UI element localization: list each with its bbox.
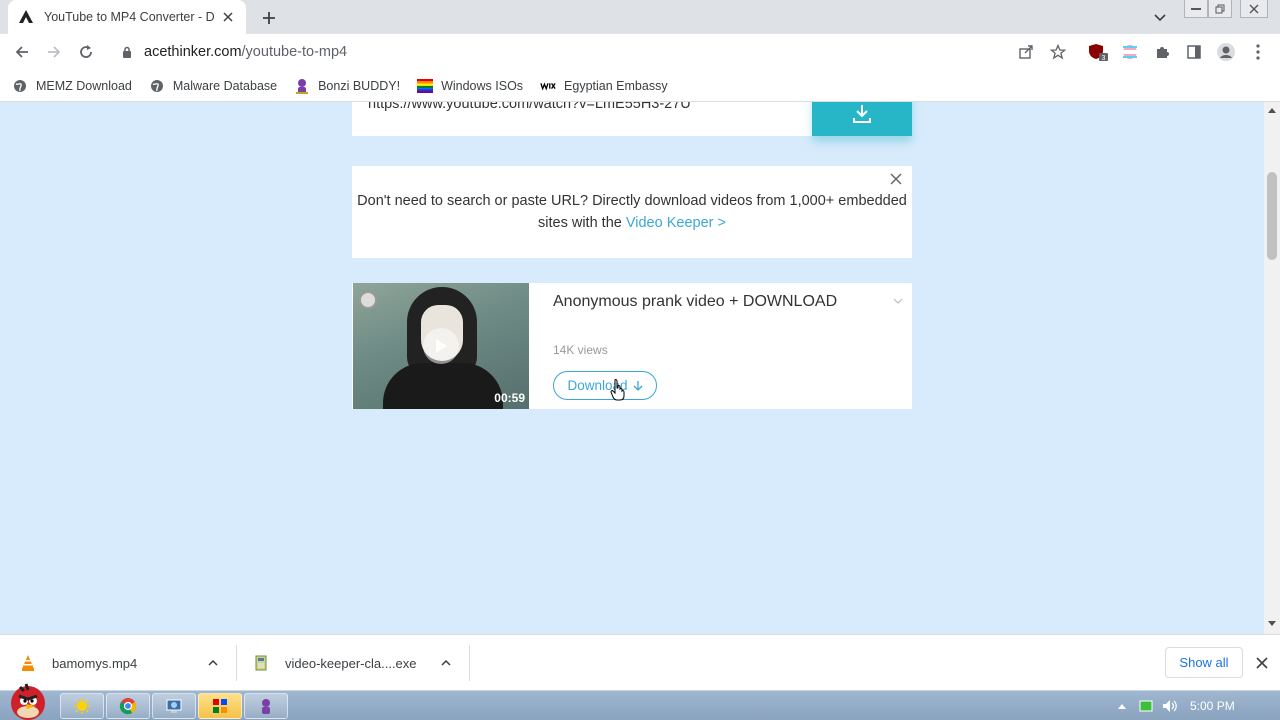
- bookmark-memz-download[interactable]: MEMZ Download: [12, 78, 132, 94]
- thumbnail-body: [383, 363, 503, 409]
- browser-toolbar: acethinker.com/youtube-to-mp4 3: [0, 34, 1280, 70]
- scroll-down-icon[interactable]: [1268, 620, 1276, 628]
- share-icon[interactable]: [1016, 42, 1036, 62]
- taskbar-explorer[interactable]: [60, 693, 104, 719]
- hand-cursor-icon: [610, 379, 625, 401]
- windows-taskbar: 5:00 PM: [0, 683, 1280, 720]
- bookmark-star-icon[interactable]: [1048, 42, 1068, 62]
- forward-button[interactable]: [42, 40, 66, 64]
- video-url-value: https://www.youtube.com/watch?v=LmE55H3-…: [368, 102, 691, 112]
- extensions-puzzle-icon[interactable]: [1152, 42, 1172, 62]
- restore-button[interactable]: [1208, 0, 1232, 18]
- installer-icon: [253, 654, 269, 672]
- download-arrow-icon: [853, 105, 871, 123]
- tray-volume-icon[interactable]: [1162, 698, 1178, 714]
- address-url: acethinker.com/youtube-to-mp4: [144, 44, 347, 60]
- profile-avatar-icon[interactable]: [1216, 42, 1236, 62]
- globe-icon: [149, 78, 165, 94]
- address-path: /youtube-to-mp4: [241, 44, 348, 60]
- tray-battery-icon[interactable]: [1138, 698, 1154, 714]
- bookmark-windows-isos[interactable]: Windows ISOs: [417, 78, 523, 94]
- address-domain: acethinker.com: [144, 44, 242, 60]
- video-keeper-link[interactable]: Video Keeper >: [626, 215, 726, 231]
- taskbar-clock[interactable]: 5:00 PM: [1190, 699, 1235, 713]
- side-panel-icon[interactable]: [1184, 42, 1204, 62]
- video-url-input[interactable]: https://www.youtube.com/watch?v=LmE55H3-…: [352, 102, 812, 136]
- bonzi-app-icon: [262, 699, 270, 714]
- bookmark-label: Malware Database: [172, 78, 278, 93]
- taskbar-app-4[interactable]: [198, 693, 242, 719]
- arrow-down-icon: [633, 380, 642, 391]
- bookmark-label: MEMZ Download: [36, 78, 132, 93]
- taskbar-app-5[interactable]: [244, 693, 288, 719]
- download-item-mp4[interactable]: bamomys.mp4: [20, 635, 230, 691]
- chrome-menu-icon[interactable]: [1248, 42, 1268, 62]
- bookmark-egyptian-embassy[interactable]: Egyptian Embassy: [540, 78, 668, 94]
- bookmark-label: Egyptian Embassy: [564, 78, 668, 93]
- bookmark-malware-database[interactable]: Malware Database: [149, 78, 277, 94]
- ublock-extension-icon[interactable]: 3: [1088, 42, 1108, 62]
- bookmark-bonzi-buddy[interactable]: Bonzi BUDDY!: [294, 78, 400, 94]
- acethinker-favicon-icon: [18, 9, 34, 25]
- extension-badge-count: 3: [1102, 55, 1106, 62]
- page-content: https://www.youtube.com/watch?v=LmE55H3-…: [0, 102, 1264, 634]
- close-shelf-icon[interactable]: [1254, 655, 1270, 671]
- globe-icon: [12, 78, 28, 94]
- tab-title: YouTube to MP4 Converter - D: [44, 10, 215, 24]
- convert-download-button[interactable]: [812, 102, 912, 136]
- taskbar-chrome[interactable]: [106, 693, 150, 719]
- download-filename: video-keeper-cla....exe: [285, 655, 417, 671]
- video-title: Anonymous prank video + DOWNLOAD: [553, 293, 838, 310]
- video-views: 14K views: [553, 343, 608, 357]
- close-notice-icon[interactable]: [888, 171, 904, 187]
- start-button-angry-bird-icon[interactable]: [6, 679, 50, 720]
- paint-icon: [213, 699, 227, 713]
- taskbar-app-3[interactable]: [152, 693, 196, 719]
- download-separator: [236, 645, 237, 681]
- chevron-down-icon[interactable]: [892, 295, 904, 307]
- video-keeper-notice: Don't need to search or paste URL? Direc…: [352, 166, 912, 258]
- reload-button[interactable]: [74, 40, 98, 64]
- scroll-up-icon[interactable]: [1268, 106, 1276, 114]
- window-close-button[interactable]: [1240, 0, 1268, 18]
- address-bar[interactable]: acethinker.com/youtube-to-mp4: [110, 37, 1080, 67]
- vlc-icon: [20, 654, 36, 672]
- bonzi-icon: [294, 78, 310, 94]
- tray-expand-icon[interactable]: [1114, 698, 1130, 714]
- chevron-up-icon[interactable]: [440, 657, 452, 669]
- tab-youtube-converter[interactable]: YouTube to MP4 Converter - D: [8, 0, 246, 34]
- bookmark-label: Windows ISOs: [441, 78, 524, 93]
- close-tab-icon[interactable]: [220, 9, 236, 25]
- download-filename: bamomys.mp4: [52, 655, 138, 671]
- rainbow-flag-icon: [417, 78, 434, 94]
- tab-strip: YouTube to MP4 Converter - D: [0, 0, 1280, 34]
- minimize-button[interactable]: [1184, 0, 1208, 18]
- scrollbar-thumb[interactable]: [1267, 172, 1277, 260]
- download-item-exe[interactable]: video-keeper-cla....exe: [253, 635, 463, 691]
- video-duration: 00:59: [494, 391, 525, 405]
- page-scrollbar[interactable]: [1264, 102, 1280, 634]
- chevron-up-icon[interactable]: [207, 657, 219, 669]
- downloads-shelf: bamomys.mp4 video-keeper-cla....exe Show…: [0, 634, 1280, 690]
- show-all-downloads-button[interactable]: Show all: [1165, 647, 1243, 678]
- play-icon[interactable]: [423, 328, 459, 364]
- wix-icon: [540, 78, 556, 94]
- bookmarks-bar: MEMZ Download Malware Database Bonzi BUD…: [0, 70, 1280, 102]
- flag-extension-icon[interactable]: [1120, 42, 1140, 62]
- new-tab-button[interactable]: [258, 7, 280, 29]
- video-thumbnail[interactable]: 00:59: [353, 283, 529, 409]
- sun-folder-icon: [74, 698, 90, 714]
- download-separator: [469, 645, 470, 681]
- chrome-icon: [119, 698, 137, 715]
- lock-icon: [120, 45, 134, 59]
- tab-search-chevron-icon[interactable]: [1150, 8, 1170, 28]
- back-button[interactable]: [10, 40, 34, 64]
- channel-logo-icon: [359, 291, 377, 309]
- bookmark-label: Bonzi BUDDY!: [318, 78, 401, 93]
- network-icon: [166, 699, 182, 713]
- video-download-button[interactable]: Download: [553, 371, 657, 400]
- video-result-card: 00:59 Anonymous prank video + DOWNLOAD 1…: [352, 283, 912, 409]
